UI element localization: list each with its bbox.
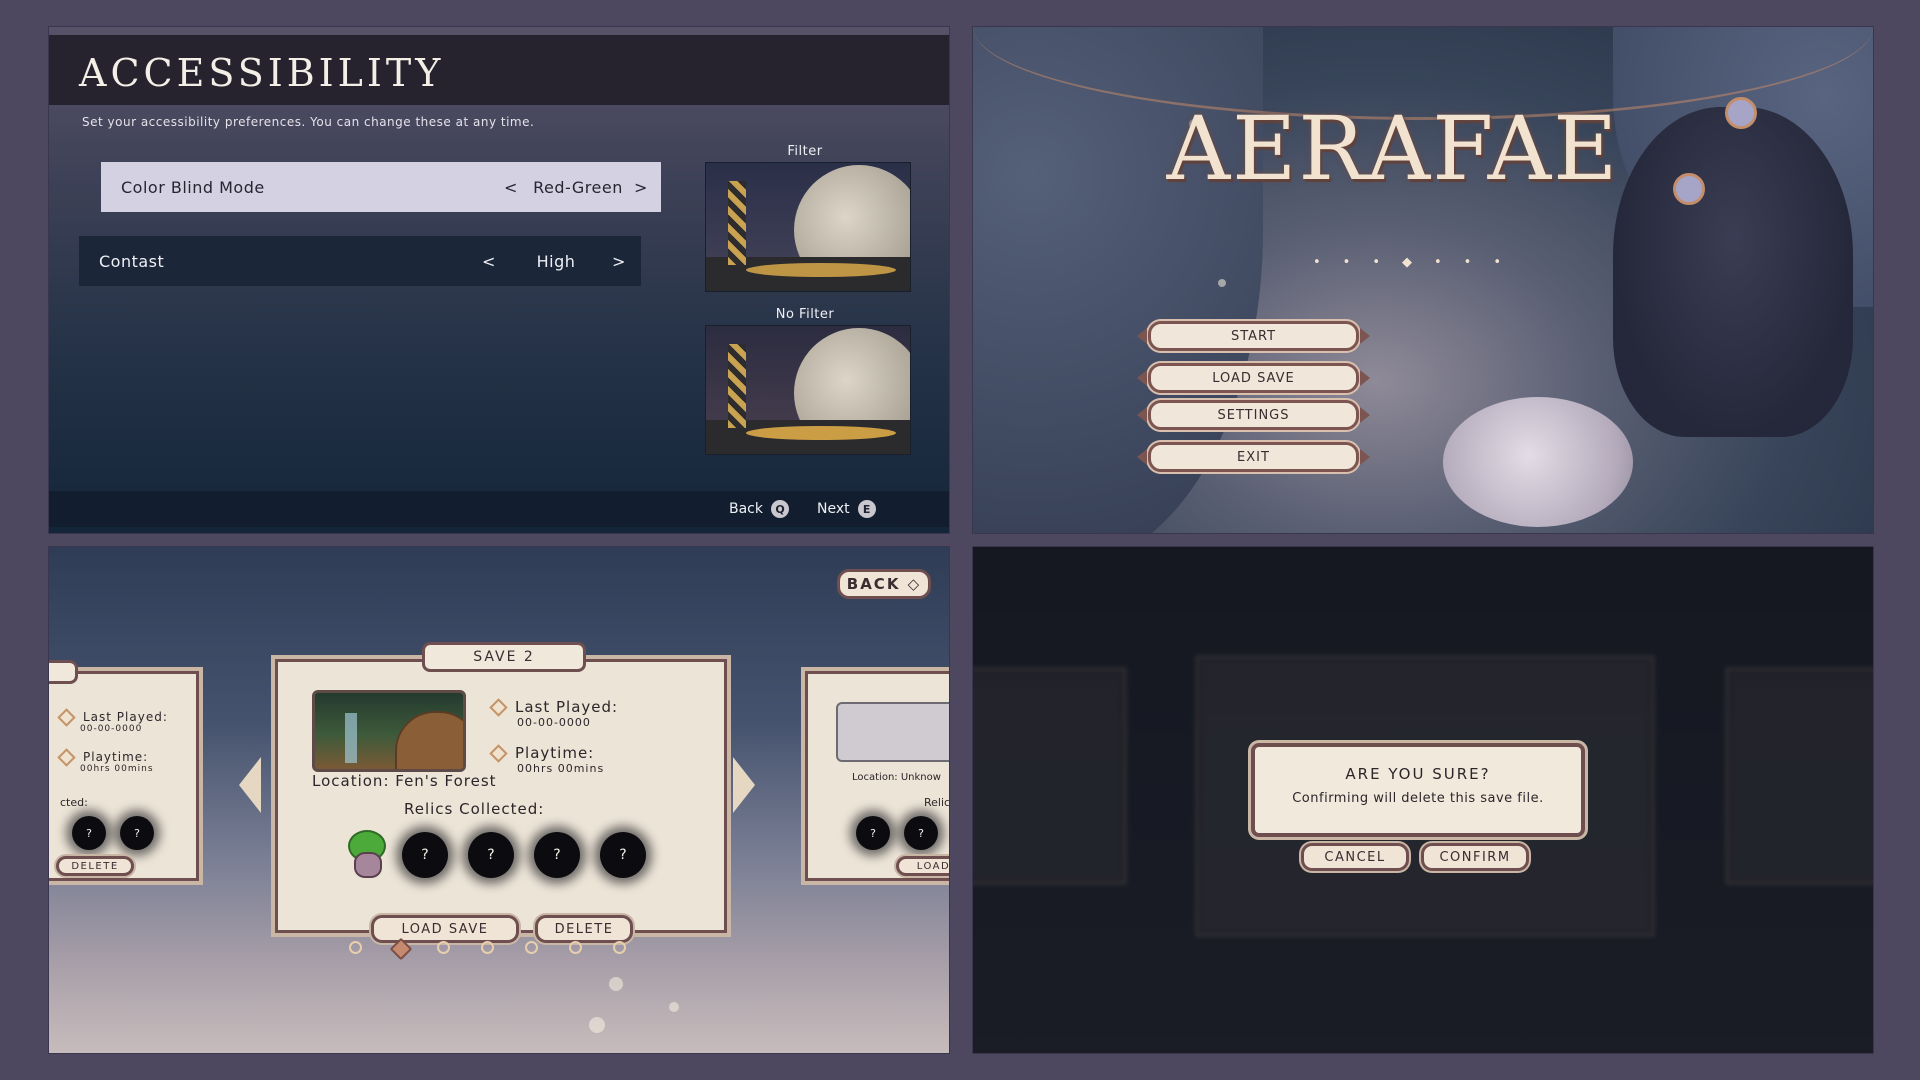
contrast-option[interactable]: Contast < High > xyxy=(79,236,641,286)
relic-slot: ? xyxy=(402,832,448,878)
confirm-dialog: ARE YOU SURE? Confirming will delete thi… xyxy=(1251,743,1585,837)
back-prompt[interactable]: Back Q xyxy=(729,500,789,518)
pagination-dot[interactable] xyxy=(525,941,538,954)
delete-button[interactable]: DELETE xyxy=(535,915,633,943)
playtime-info: Playtime: 00hrs 00mins xyxy=(489,744,604,775)
no-filter-preview-image xyxy=(705,325,911,455)
save-card-2[interactable]: SAVE 2 Location: Fen's Forest Last Playe… xyxy=(275,642,727,933)
bokeh-light xyxy=(669,1002,679,1012)
back-button[interactable]: BACK ◇ xyxy=(837,569,931,599)
title-screen-panel: AERAFAE •••◆••• START LOAD SAVE SETTINGS… xyxy=(972,26,1874,534)
goggle-icon xyxy=(1673,173,1705,205)
accessibility-header: ACCESSIBILITY xyxy=(49,35,949,105)
previous-save-arrow-icon[interactable] xyxy=(239,757,261,813)
dialog-title: ARE YOU SURE? xyxy=(1345,765,1491,783)
dialog-message: Confirming will delete this save file. xyxy=(1292,791,1544,806)
pagination-dot[interactable] xyxy=(569,941,582,954)
cancel-button[interactable]: CANCEL xyxy=(1301,843,1409,871)
option-label: Color Blind Mode xyxy=(121,177,265,197)
logo-ornament: •••◆••• xyxy=(1313,255,1524,270)
goggle-icon xyxy=(1725,97,1757,129)
e-key-icon: E xyxy=(857,500,876,518)
save-select-panel: BACK ◇ 1 Last Played: 00-00-0000 Playtim… xyxy=(48,546,950,1054)
load-save-button[interactable]: LOAD SAVE xyxy=(371,915,519,943)
pagination-dot[interactable] xyxy=(349,941,362,954)
cloud-pillow xyxy=(1443,397,1633,527)
save-tab: 1 xyxy=(49,660,78,684)
pagination-dot[interactable] xyxy=(437,941,450,954)
confirm-delete-panel: ARE YOU SURE? Confirming will delete thi… xyxy=(972,546,1874,1054)
save-card-1[interactable]: 1 Last Played: 00-00-0000 Playtime: 00hr… xyxy=(49,660,199,881)
relics-label: Relic xyxy=(924,796,950,809)
relic-slot: ? xyxy=(856,816,890,850)
playtime-info: Playtime: 00hrs 00mins xyxy=(57,748,154,774)
option-value: Red-Green xyxy=(533,177,623,197)
diamond-icon xyxy=(489,744,508,763)
plant-relic-icon xyxy=(348,830,386,878)
load-save-button[interactable]: LOAD SA xyxy=(896,856,949,876)
settings-button[interactable]: SETTINGS xyxy=(1137,400,1370,430)
chevron-right-icon[interactable]: > xyxy=(631,178,651,197)
last-played-info: Last Played: 00-00-0000 xyxy=(57,708,168,734)
option-label: Contast xyxy=(99,251,165,271)
confirm-button[interactable]: CONFIRM xyxy=(1421,843,1529,871)
bokeh-light xyxy=(589,1017,605,1033)
relic-slot: ? xyxy=(120,816,154,850)
pagination-dot[interactable] xyxy=(481,941,494,954)
next-save-arrow-icon[interactable] xyxy=(733,757,755,813)
game-logo: AERAFAE xyxy=(1166,97,1620,200)
diamond-icon xyxy=(57,708,76,727)
load-save-button[interactable]: LOAD SAVE xyxy=(1137,363,1370,393)
delete-button[interactable]: DELETE xyxy=(56,856,134,876)
diamond-icon xyxy=(57,748,76,767)
accessibility-panel: ACCESSIBILITY Set your accessibility pre… xyxy=(48,26,950,534)
start-button[interactable]: START xyxy=(1137,321,1370,351)
footer-bar: Back Q Next E xyxy=(49,491,949,527)
next-label: Next xyxy=(817,501,850,517)
filter-preview-image xyxy=(705,162,911,292)
save-card-3[interactable]: Location: Unknow Relic ? ? LOAD SA xyxy=(805,671,950,881)
sparkle xyxy=(1218,279,1226,287)
color-blind-mode-option[interactable]: Color Blind Mode < Red-Green > xyxy=(101,162,661,212)
relic-slot: ? xyxy=(904,816,938,850)
filter-preview-caption: Filter xyxy=(787,144,823,159)
location-text: Location: Unknow xyxy=(852,772,941,783)
relic-slot: ? xyxy=(534,832,580,878)
next-prompt[interactable]: Next E xyxy=(817,500,876,518)
save-thumbnail xyxy=(312,690,466,772)
chevron-left-icon[interactable]: < xyxy=(479,252,499,271)
relics-label: cted: xyxy=(60,796,88,809)
relic-slot: ? xyxy=(468,832,514,878)
q-key-icon: Q xyxy=(771,500,789,518)
page-subtitle: Set your accessibility preferences. You … xyxy=(82,115,535,129)
chevron-left-icon[interactable]: < xyxy=(501,178,521,197)
chevron-right-icon[interactable]: > xyxy=(609,252,629,271)
location-text: Location: Fen's Forest xyxy=(312,772,497,790)
relics-collected-label: Relics Collected: xyxy=(404,800,545,818)
pagination-dot[interactable] xyxy=(613,941,626,954)
relic-slot: ? xyxy=(72,816,106,850)
back-label: BACK xyxy=(846,575,901,593)
save-tab: SAVE 2 xyxy=(422,642,586,672)
last-played-info: Last Played: 00-00-0000 xyxy=(489,698,618,729)
empty-thumbnail xyxy=(836,702,949,762)
back-label: Back xyxy=(729,501,763,517)
no-filter-preview-caption: No Filter xyxy=(775,307,835,322)
page-title: ACCESSIBILITY xyxy=(79,51,445,95)
option-value: High xyxy=(536,251,576,271)
bokeh-light xyxy=(609,977,623,991)
relic-slot: ? xyxy=(600,832,646,878)
exit-button[interactable]: EXIT xyxy=(1137,442,1370,472)
diamond-icon xyxy=(489,698,508,717)
